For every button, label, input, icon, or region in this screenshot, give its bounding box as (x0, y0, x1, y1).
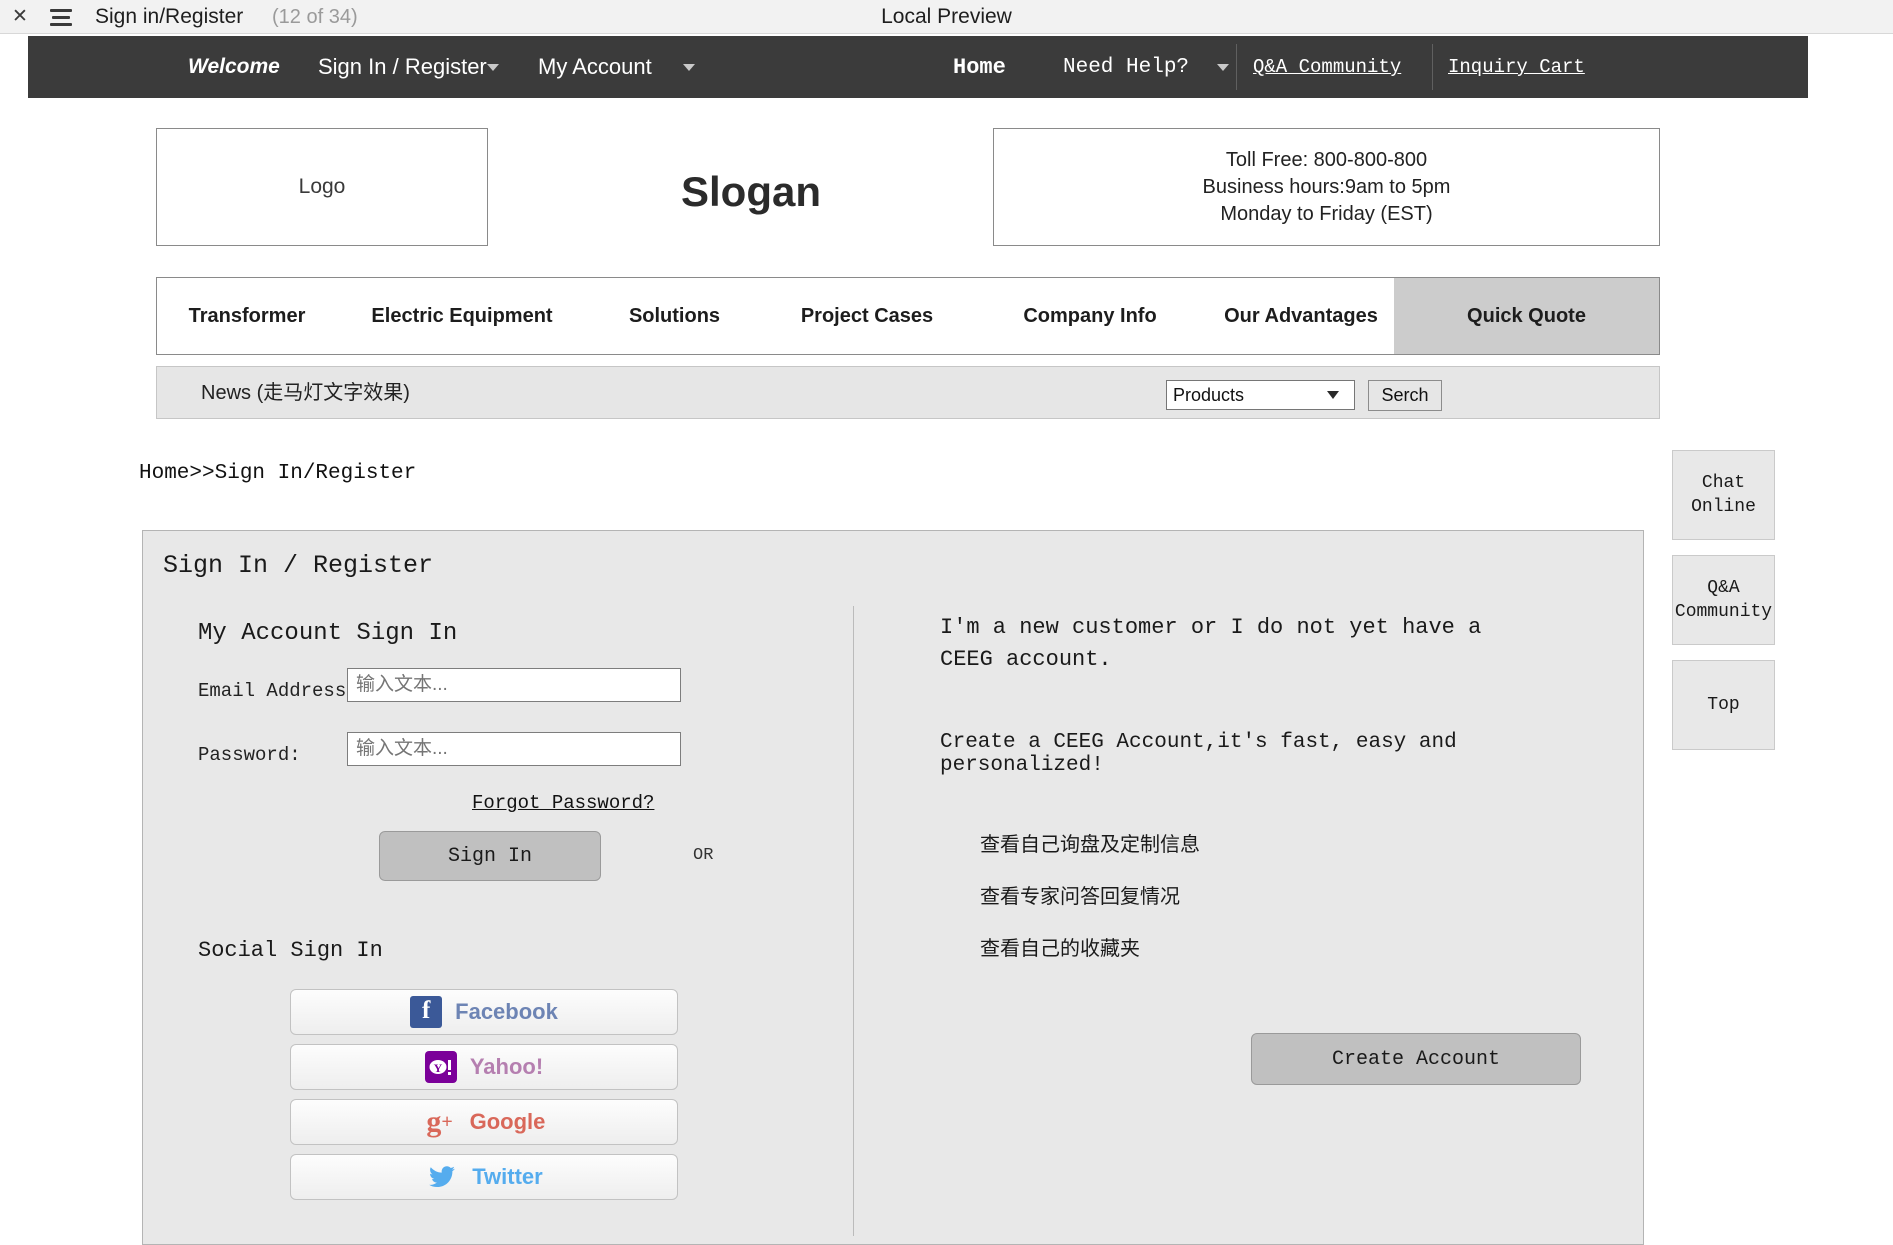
logo-placeholder[interactable]: Logo (156, 128, 488, 246)
facebook-sign-in-button[interactable]: f Facebook (290, 989, 678, 1035)
chevron-down-icon[interactable] (1210, 36, 1236, 98)
yahoo-sign-in-button[interactable]: Y Yahoo! (290, 1044, 678, 1090)
browser-chrome-bar: Local Preview ✕ Sign in/Register (12 of … (0, 0, 1893, 34)
main-menu-bar: Transformer Electric Equipment Solutions… (156, 277, 1660, 355)
menu-item-quick-quote[interactable]: Quick Quote (1394, 278, 1659, 354)
benefit-item: 查看自己的收藏夹 (980, 938, 1140, 960)
close-icon[interactable]: ✕ (6, 2, 34, 30)
search-button[interactable]: Serch (1368, 380, 1442, 411)
twitter-label: Twitter (472, 1164, 543, 1189)
nav-sign-in-register[interactable]: Sign In / Register (318, 36, 487, 98)
google-label: Google (469, 1109, 546, 1134)
google-plus-icon: g + (426, 1105, 453, 1138)
menu-item-project-cases[interactable]: Project Cases (762, 278, 972, 354)
contact-info-box: Toll Free: 800-800-800 Business hours:9a… (993, 128, 1660, 246)
side-widget-qa-community[interactable]: Q&A Community (1672, 555, 1775, 645)
menu-item-electric-equipment[interactable]: Electric Equipment (337, 278, 587, 354)
chevron-down-icon[interactable] (676, 36, 702, 98)
side-widget-chat-online[interactable]: Chat Online (1672, 450, 1775, 540)
email-input[interactable] (347, 668, 681, 702)
menu-item-company-info[interactable]: Company Info (972, 278, 1208, 354)
nav-qa-community[interactable]: Q&A Community (1253, 36, 1401, 98)
breadcrumb[interactable]: Home>>Sign In/Register (139, 462, 416, 485)
business-days-line: Monday to Friday (EST) (1220, 202, 1433, 225)
search-category-select[interactable]: Products (1166, 380, 1355, 410)
sign-in-button[interactable]: Sign In (379, 831, 601, 881)
facebook-label: Facebook (455, 999, 558, 1024)
toll-free-line: Toll Free: 800-800-800 (1225, 148, 1428, 171)
welcome-label: Welcome (188, 55, 280, 78)
hamburger-icon[interactable] (50, 4, 80, 30)
nav-inquiry-cart[interactable]: Inquiry Cart (1448, 36, 1585, 98)
chevron-down-icon[interactable] (480, 36, 506, 98)
create-account-button[interactable]: Create Account (1251, 1033, 1581, 1085)
browser-page-count: (12 of 34) (272, 6, 358, 28)
browser-page-title: Sign in/Register (95, 5, 244, 28)
page-title: Sign In / Register (163, 551, 434, 580)
slogan-text: Slogan (680, 168, 821, 215)
top-navigation-bar: Welcome Sign In / Register My Account Ho… (28, 36, 1808, 98)
google-sign-in-button[interactable]: g + Google (290, 1099, 678, 1145)
or-separator-label: OR (690, 842, 717, 869)
nav-divider (1236, 44, 1237, 90)
password-input[interactable] (347, 732, 681, 766)
password-field-label: Password: (198, 744, 301, 766)
news-marquee-text: News (走马灯文字效果) (201, 382, 410, 404)
twitter-icon (425, 1163, 459, 1191)
nav-my-account[interactable]: My Account (538, 36, 652, 98)
logo-label: Logo (298, 175, 346, 198)
svg-text:Y: Y (433, 1061, 442, 1075)
new-customer-text: I'm a new customer or I do not yet have … (940, 615, 1482, 672)
nav-home[interactable]: Home (953, 36, 1006, 98)
sign-in-heading: My Account Sign In (198, 620, 458, 647)
benefit-item: 查看专家问答回复情况 (980, 886, 1180, 908)
menu-item-our-advantages[interactable]: Our Advantages (1208, 278, 1394, 354)
nav-divider (1432, 44, 1433, 90)
facebook-icon: f (410, 996, 443, 1028)
twitter-sign-in-button[interactable]: Twitter (290, 1154, 678, 1200)
column-divider (853, 606, 854, 1236)
email-field-label: Email Address: (198, 680, 358, 702)
side-widget-back-to-top[interactable]: Top (1672, 660, 1775, 750)
social-sign-in-heading: Social Sign In (198, 938, 383, 963)
menu-item-solutions[interactable]: Solutions (587, 278, 762, 354)
forgot-password-link[interactable]: Forgot Password? (472, 792, 654, 814)
news-search-bar: News (走马灯文字效果) Products Serch (156, 366, 1660, 419)
yahoo-icon: Y (424, 1051, 457, 1083)
yahoo-label: Yahoo! (469, 1054, 544, 1079)
business-hours-line: Business hours:9am to 5pm (1202, 175, 1451, 198)
benefit-item: 查看自己询盘及定制信息 (980, 834, 1200, 856)
nav-need-help[interactable]: Need Help? (1063, 36, 1189, 98)
create-account-note: Create a CEEG Account,it's fast, easy an… (940, 731, 1457, 777)
menu-item-transformer[interactable]: Transformer (157, 278, 337, 354)
